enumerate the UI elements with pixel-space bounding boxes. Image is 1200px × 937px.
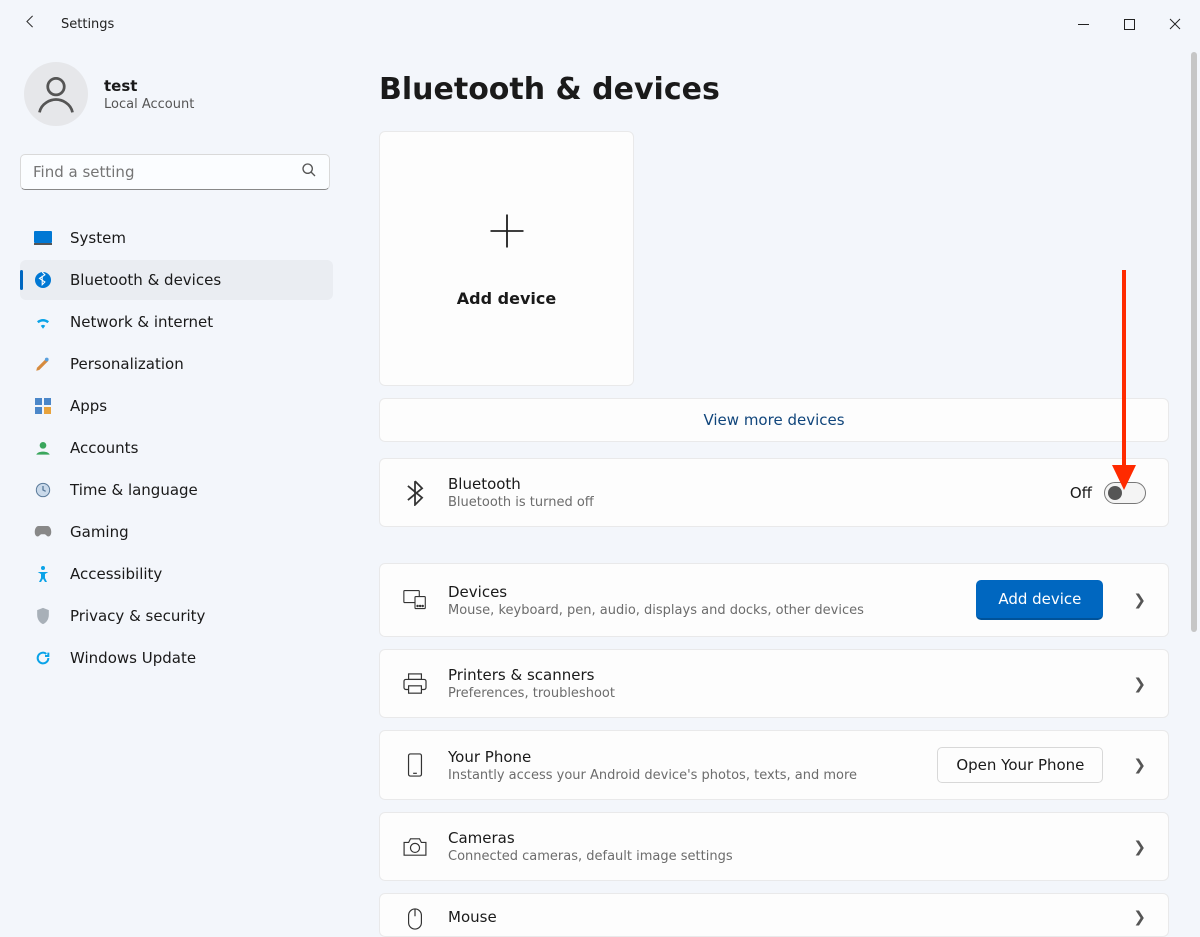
- app-title: Settings: [61, 17, 114, 32]
- bluetooth-title: Bluetooth: [448, 475, 1050, 493]
- bluetooth-icon: [402, 480, 428, 506]
- cameras-row[interactable]: Cameras Connected cameras, default image…: [379, 812, 1169, 881]
- system-icon: [34, 229, 52, 247]
- sidebar-item-label: Accounts: [70, 439, 138, 457]
- bluetooth-icon: [34, 271, 52, 289]
- apps-icon: [34, 397, 52, 415]
- sidebar-item-label: Privacy & security: [70, 607, 205, 625]
- chevron-right-icon: ❯: [1123, 908, 1146, 926]
- clock-icon: [34, 481, 52, 499]
- cameras-subtitle: Connected cameras, default image setting…: [448, 849, 1103, 864]
- mouse-row[interactable]: Mouse ❯: [379, 893, 1169, 937]
- main-panel: Bluetooth & devices Add device View more…: [335, 48, 1200, 937]
- sidebar-item-label: Network & internet: [70, 313, 213, 331]
- printers-title: Printers & scanners: [448, 666, 1103, 684]
- devices-icon: [402, 589, 428, 611]
- sidebar-item-label: System: [70, 229, 126, 247]
- bluetooth-toggle[interactable]: [1104, 482, 1146, 504]
- page-title: Bluetooth & devices: [379, 72, 1180, 107]
- chevron-right-icon: ❯: [1123, 675, 1146, 693]
- wifi-icon: [34, 313, 52, 331]
- sidebar-item-accessibility[interactable]: Accessibility: [20, 554, 333, 594]
- profile-block[interactable]: test Local Account: [20, 62, 321, 126]
- sidebar-item-label: Apps: [70, 397, 107, 415]
- your-phone-row[interactable]: Your Phone Instantly access your Android…: [379, 730, 1169, 800]
- sidebar-item-windows-update[interactable]: Windows Update: [20, 638, 333, 678]
- view-more-label: View more devices: [703, 411, 844, 429]
- close-button[interactable]: [1152, 6, 1198, 42]
- sidebar-item-label: Windows Update: [70, 649, 196, 667]
- avatar: [24, 62, 88, 126]
- sidebar-item-label: Bluetooth & devices: [70, 271, 221, 289]
- devices-subtitle: Mouse, keyboard, pen, audio, displays an…: [448, 603, 956, 618]
- your-phone-subtitle: Instantly access your Android device's p…: [448, 768, 917, 783]
- titlebar: Settings: [0, 0, 1200, 48]
- profile-name: test: [104, 77, 194, 95]
- sidebar-item-gaming[interactable]: Gaming: [20, 512, 333, 552]
- sidebar-item-apps[interactable]: Apps: [20, 386, 333, 426]
- back-button[interactable]: [22, 13, 39, 35]
- sidebar-item-network-internet[interactable]: Network & internet: [20, 302, 333, 342]
- open-your-phone-button[interactable]: Open Your Phone: [937, 747, 1103, 783]
- search-icon: [301, 162, 317, 182]
- sidebar: test Local Account System Bluetooth & de…: [0, 48, 335, 937]
- bluetooth-row: Bluetooth Bluetooth is turned off Off: [379, 458, 1169, 527]
- add-device-label: Add device: [457, 289, 556, 308]
- bluetooth-subtitle: Bluetooth is turned off: [448, 495, 1050, 510]
- mouse-icon: [402, 908, 428, 930]
- profile-subtitle: Local Account: [104, 97, 194, 112]
- minimize-button[interactable]: [1060, 6, 1106, 42]
- devices-row[interactable]: Devices Mouse, keyboard, pen, audio, dis…: [379, 563, 1169, 637]
- mouse-title: Mouse: [448, 908, 1103, 926]
- sidebar-item-privacy-security[interactable]: Privacy & security: [20, 596, 333, 636]
- sidebar-item-label: Personalization: [70, 355, 184, 373]
- search-input[interactable]: [33, 163, 301, 181]
- camera-icon: [402, 837, 428, 857]
- person-icon: [34, 439, 52, 457]
- brush-icon: [34, 355, 52, 373]
- sidebar-item-system[interactable]: System: [20, 218, 333, 258]
- plus-icon: [485, 209, 529, 259]
- printers-row[interactable]: Printers & scanners Preferences, trouble…: [379, 649, 1169, 718]
- add-device-button[interactable]: Add device: [976, 580, 1103, 620]
- search-box[interactable]: [20, 154, 330, 190]
- bluetooth-state-label: Off: [1070, 484, 1092, 502]
- devices-title: Devices: [448, 583, 956, 601]
- shield-icon: [34, 607, 52, 625]
- window-controls: [1060, 6, 1198, 42]
- nav: System Bluetooth & devices Network & int…: [20, 218, 321, 678]
- view-more-devices-button[interactable]: View more devices: [379, 398, 1169, 442]
- sidebar-item-personalization[interactable]: Personalization: [20, 344, 333, 384]
- accessibility-icon: [34, 565, 52, 583]
- cameras-title: Cameras: [448, 829, 1103, 847]
- sidebar-item-label: Gaming: [70, 523, 129, 541]
- update-icon: [34, 649, 52, 667]
- sidebar-item-accounts[interactable]: Accounts: [20, 428, 333, 468]
- phone-icon: [402, 753, 428, 777]
- chevron-right-icon: ❯: [1123, 591, 1146, 609]
- chevron-right-icon: ❯: [1123, 838, 1146, 856]
- scrollbar[interactable]: [1191, 52, 1197, 632]
- sidebar-item-label: Time & language: [70, 481, 198, 499]
- sidebar-item-time-language[interactable]: Time & language: [20, 470, 333, 510]
- sidebar-item-label: Accessibility: [70, 565, 162, 583]
- chevron-right-icon: ❯: [1123, 756, 1146, 774]
- gamepad-icon: [34, 523, 52, 541]
- your-phone-title: Your Phone: [448, 748, 917, 766]
- sidebar-item-bluetooth-devices[interactable]: Bluetooth & devices: [20, 260, 333, 300]
- printer-icon: [402, 673, 428, 695]
- add-device-card[interactable]: Add device: [379, 131, 634, 386]
- maximize-button[interactable]: [1106, 6, 1152, 42]
- printers-subtitle: Preferences, troubleshoot: [448, 686, 1103, 701]
